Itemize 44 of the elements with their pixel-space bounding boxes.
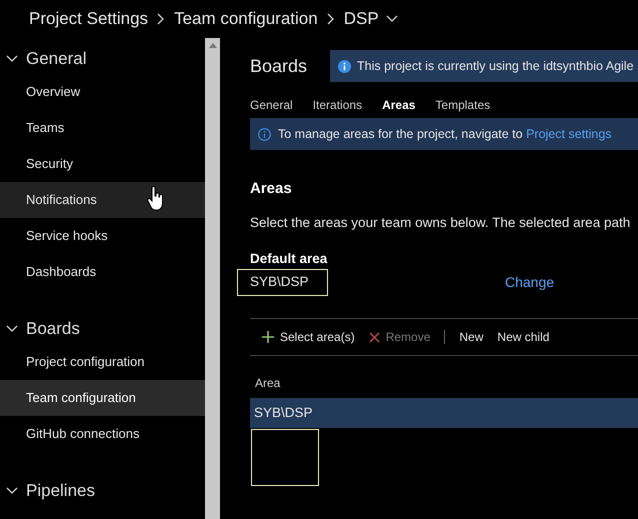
sidebar-item[interactable]: Team configuration xyxy=(0,380,205,416)
breadcrumb-item[interactable]: Project Settings xyxy=(29,6,148,32)
chevron-right-icon xyxy=(326,13,335,25)
description: Select the areas your team owns below. The selected area path xyxy=(250,214,632,232)
tab[interactable]: General xyxy=(250,96,293,114)
breadcrumb-item[interactable]: DSP xyxy=(344,6,379,32)
info-text: To manage areas for the project, navigate to Project settings xyxy=(278,126,612,143)
hand-cursor-icon xyxy=(147,186,164,211)
info-icon xyxy=(338,60,351,72)
page-title: Boards xyxy=(250,54,308,78)
chevron-down-icon xyxy=(386,15,398,23)
default-area-label: Default area xyxy=(250,250,328,268)
scroll-up-icon[interactable] xyxy=(208,43,216,48)
plus-icon xyxy=(262,331,274,343)
tab[interactable]: Areas xyxy=(382,96,416,114)
sidebar-group-title[interactable]: Boards xyxy=(26,316,80,342)
toolbar-button[interactable]: New child xyxy=(497,328,550,346)
x-icon xyxy=(368,332,380,342)
sidebar-item[interactable]: Project configuration xyxy=(0,344,205,380)
column-header: Area xyxy=(255,376,280,390)
table-row[interactable]: SYB\DSP xyxy=(250,398,638,428)
chevron-right-icon xyxy=(157,13,166,25)
sidebar-item[interactable]: Dashboards xyxy=(0,254,205,290)
change-link[interactable]: Change xyxy=(505,272,554,293)
sidebar-group-title[interactable]: General xyxy=(26,46,86,72)
sidebar-item[interactable]: Service hooks xyxy=(0,218,205,254)
project-settings-link[interactable]: Project settings xyxy=(526,126,612,141)
sidebar-item[interactable]: Overview xyxy=(0,74,205,110)
scrollbar[interactable] xyxy=(205,38,220,519)
sidebar-item[interactable]: Security xyxy=(0,146,205,182)
default-area-field[interactable]: SYB\DSP xyxy=(237,269,328,296)
select-areas-button[interactable]: Select area(s) xyxy=(262,328,355,346)
sidebar-item[interactable]: GitHub connections xyxy=(0,416,205,452)
focus-box xyxy=(251,429,319,486)
banner-text: This project is currently using the idtsynthbio Agile xyxy=(357,58,634,75)
tab[interactable]: Templates xyxy=(435,96,490,114)
sidebar-item[interactable]: Notifications xyxy=(0,182,205,218)
sidebar-item[interactable]: Teams xyxy=(0,110,205,146)
tab[interactable]: Iterations xyxy=(312,96,362,114)
breadcrumb-item[interactable]: Team configuration xyxy=(174,6,318,32)
section-title: Areas xyxy=(250,179,293,199)
toolbar-button[interactable]: New xyxy=(459,328,484,346)
info-icon xyxy=(258,128,271,140)
sidebar-group-title[interactable]: Pipelines xyxy=(26,478,95,504)
